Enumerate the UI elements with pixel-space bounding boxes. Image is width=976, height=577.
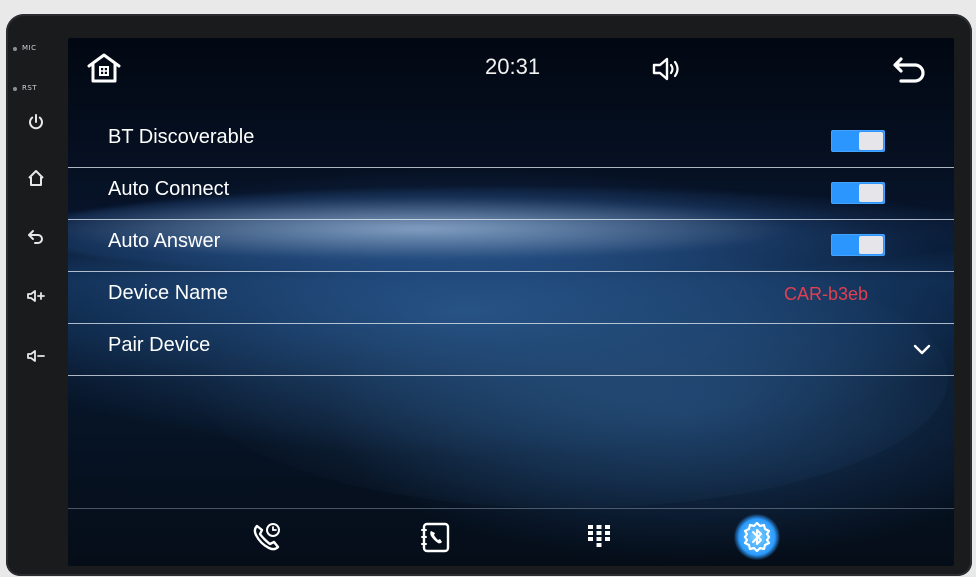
setting-label: Pair Device [108,334,211,356]
setting-auto-answer[interactable]: Auto Answer [68,220,954,272]
volume-down-icon [27,350,45,362]
dialpad-button[interactable] [576,514,622,560]
side-home-button[interactable] [24,166,48,190]
volume-button[interactable] [648,52,688,86]
reset-indicator [13,87,17,91]
bottom-dock [68,508,954,566]
device-name-value: CAR-b3eb [784,284,869,304]
bt-discoverable-toggle[interactable] [831,130,885,152]
home-icon [87,53,121,83]
status-bar: 20:31 [68,38,954,100]
power-button[interactable] [24,110,48,134]
setting-bt-discoverable[interactable]: BT Discoverable [68,116,954,168]
head-unit-frame: MIC RST 20:31 BT Discoverable Auto Conne… [6,14,972,576]
setting-device-name[interactable]: Device Name CAR-b3eb [68,272,954,324]
chevron-down-icon [913,344,931,355]
mic-indicator [13,47,17,51]
setting-pair-device[interactable]: Pair Device [68,324,954,376]
back-button[interactable] [888,50,932,90]
setting-label: Auto Answer [108,230,221,252]
setting-label: Auto Connect [108,178,230,200]
row-divider [68,375,954,376]
call-log-icon [253,523,280,551]
call-log-button[interactable] [244,514,290,560]
back-icon [28,230,43,244]
expand-button[interactable] [908,336,936,364]
bluetooth-settings-screen: 20:31 BT Discoverable Auto Connect Auto … [68,38,954,566]
contacts-icon [421,522,450,553]
setting-label: Device Name [108,282,229,304]
home-icon [28,170,44,186]
bluetooth-settings-icon [743,521,771,553]
back-icon [893,57,925,83]
setting-auto-connect[interactable]: Auto Connect [68,168,954,220]
volume-up-icon [27,290,45,302]
contacts-button[interactable] [413,514,459,560]
clock: 20:31 [485,54,541,79]
toggle-knob [859,132,883,150]
side-volume-down-button[interactable] [24,344,48,368]
toggle-knob [859,236,883,254]
mic-label: MIC [22,44,37,52]
auto-connect-toggle[interactable] [831,182,885,204]
side-back-button[interactable] [24,224,48,248]
bluetooth-settings-button[interactable] [734,514,780,560]
side-control-panel: MIC RST [6,14,68,576]
volume-icon [652,57,679,81]
auto-answer-toggle[interactable] [831,234,885,256]
reset-label: RST [22,84,38,92]
power-icon [29,114,43,130]
toggle-knob [859,184,883,202]
setting-label: BT Discoverable [108,126,255,148]
home-button[interactable] [82,46,126,90]
side-volume-up-button[interactable] [24,284,48,308]
dialpad-icon [588,525,610,547]
